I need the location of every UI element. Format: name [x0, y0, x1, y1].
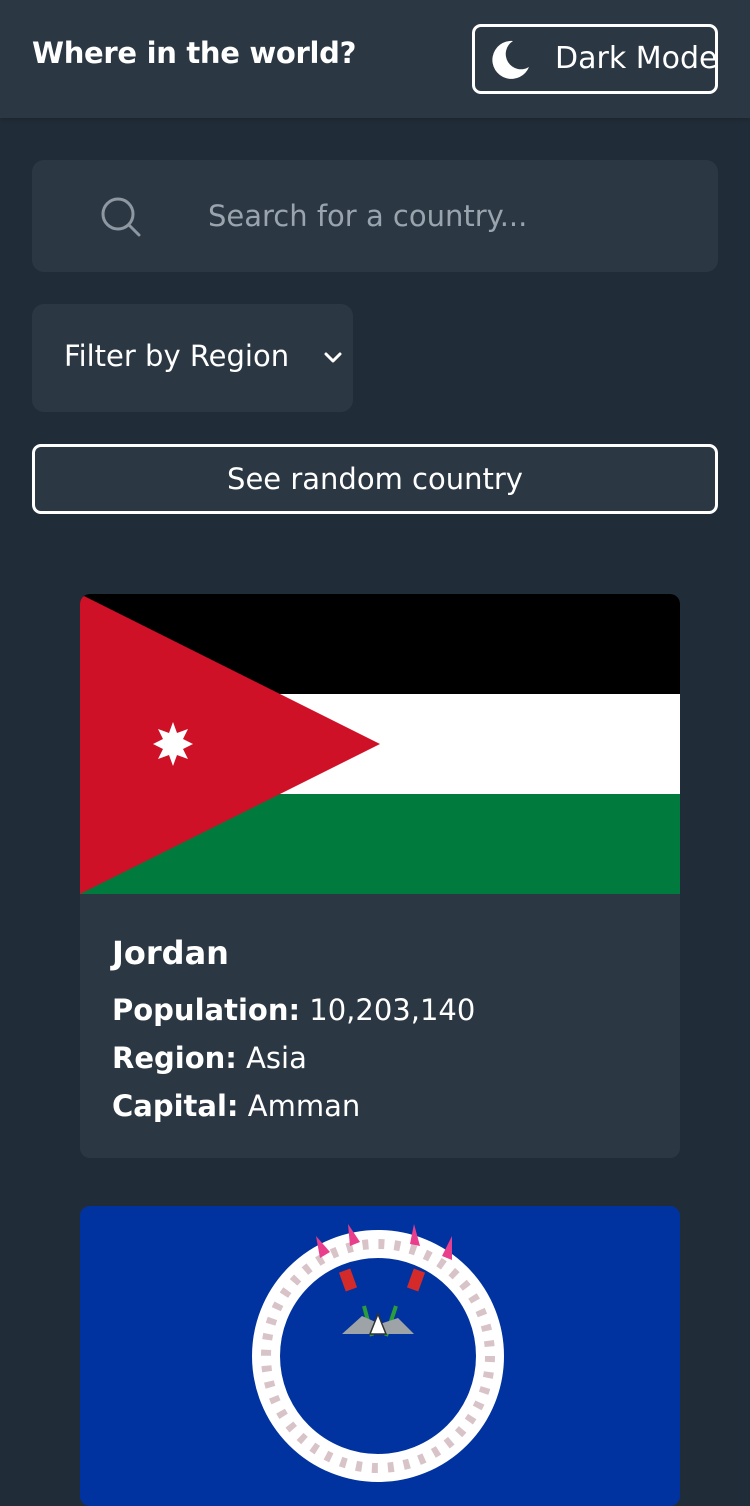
country-details: Jordan Population: 10,203,140 Region: As…	[112, 934, 652, 1130]
region-filter-select[interactable]: Filter by Region	[32, 304, 353, 412]
population-label: Population:	[112, 993, 301, 1027]
capital-row: Capital: Amman	[112, 1082, 652, 1130]
population-value: 10,203,140	[309, 993, 476, 1027]
search-icon	[101, 197, 141, 237]
moon-icon	[492, 40, 529, 79]
northern-mariana-islands-flag	[80, 1206, 680, 1506]
population-row: Population: 10,203,140	[112, 986, 652, 1034]
app-header: Where in the world? Dark Mode	[0, 0, 750, 118]
jordan-flag	[80, 594, 680, 894]
region-filter-label: Filter by Region	[64, 339, 290, 373]
random-country-button[interactable]: See random country	[32, 444, 718, 514]
region-value: Asia	[246, 1041, 307, 1075]
dark-mode-label: Dark Mode	[555, 41, 718, 76]
region-row: Region: Asia	[112, 1034, 652, 1082]
app-title: Where in the world?	[32, 36, 357, 70]
region-label: Region:	[112, 1041, 237, 1075]
capital-value: Amman	[247, 1089, 361, 1123]
dark-mode-toggle[interactable]: Dark Mode	[472, 24, 718, 94]
country-card[interactable]: Jordan Population: 10,203,140 Region: As…	[80, 594, 680, 1158]
search-bar	[32, 160, 718, 272]
chevron-down-icon	[324, 352, 342, 363]
search-input[interactable]	[208, 188, 688, 244]
country-name: Jordan	[112, 934, 229, 972]
capital-label: Capital:	[112, 1089, 239, 1123]
country-card[interactable]	[80, 1206, 680, 1506]
